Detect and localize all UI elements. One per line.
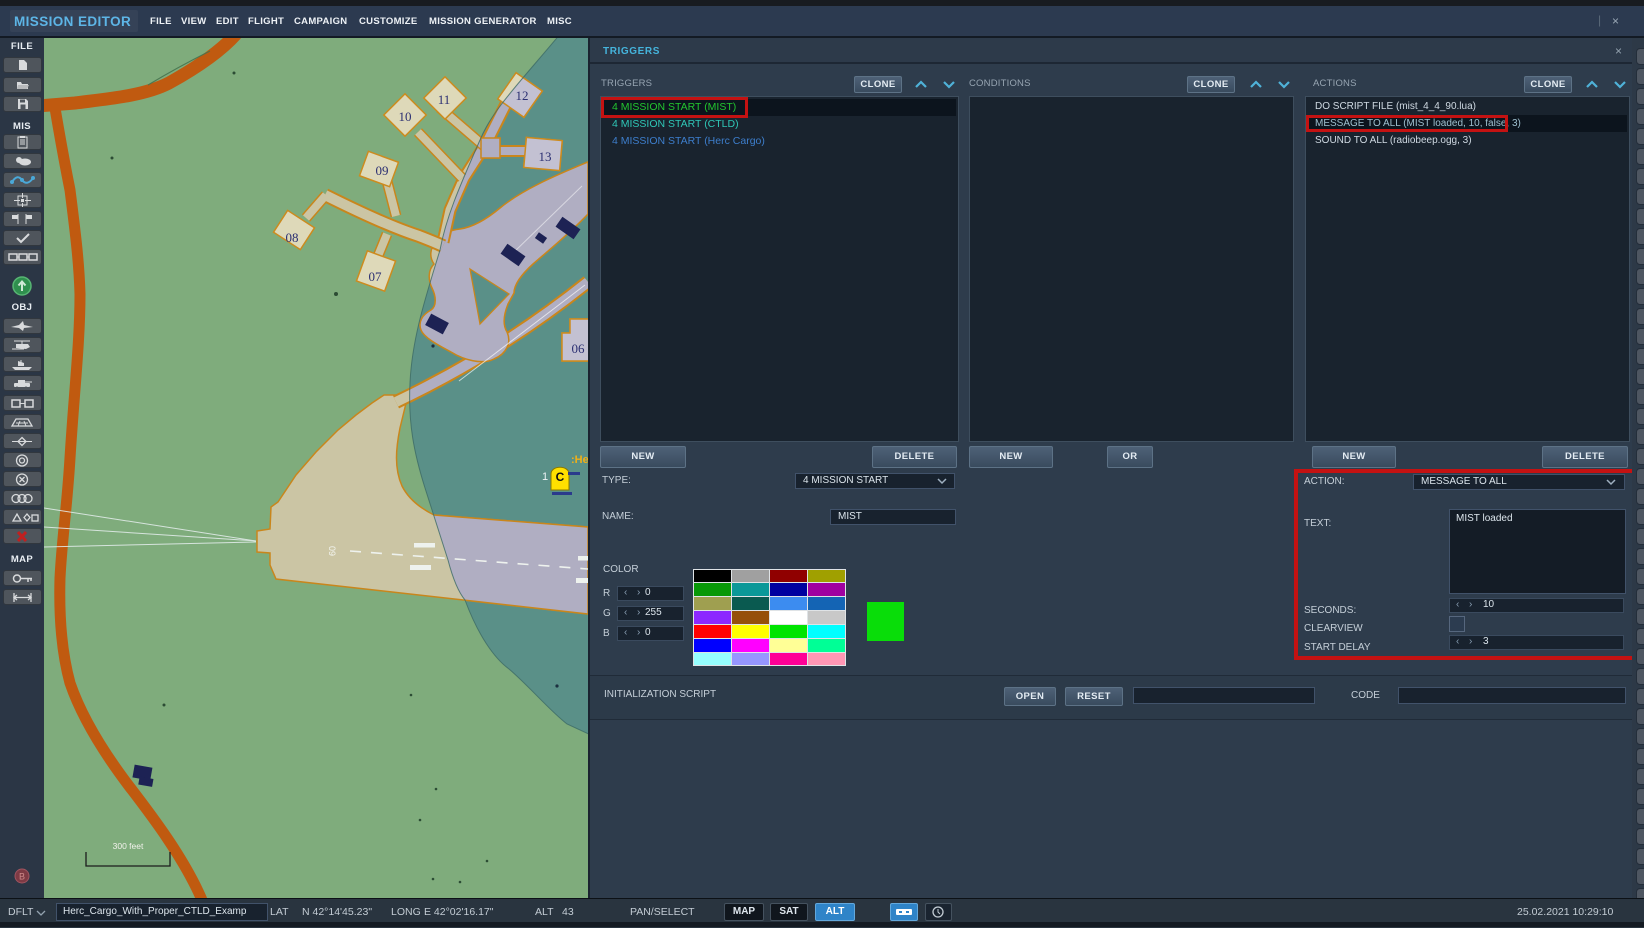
svg-text:1: 1	[542, 471, 548, 483]
svg-text:06: 06	[572, 341, 586, 356]
svg-text::He: :He	[571, 454, 588, 466]
svg-text:11: 11	[438, 92, 451, 107]
svg-text:09: 09	[327, 546, 337, 556]
svg-text:07: 07	[369, 269, 383, 284]
svg-text:C: C	[556, 470, 565, 484]
svg-text:10: 10	[399, 109, 412, 124]
svg-text:12: 12	[516, 88, 529, 103]
svg-text:08: 08	[286, 230, 299, 245]
svg-text:09: 09	[376, 163, 389, 178]
svg-text:B: B	[19, 872, 25, 882]
svg-text:13: 13	[539, 149, 552, 164]
svg-text:300 feet: 300 feet	[113, 841, 144, 851]
